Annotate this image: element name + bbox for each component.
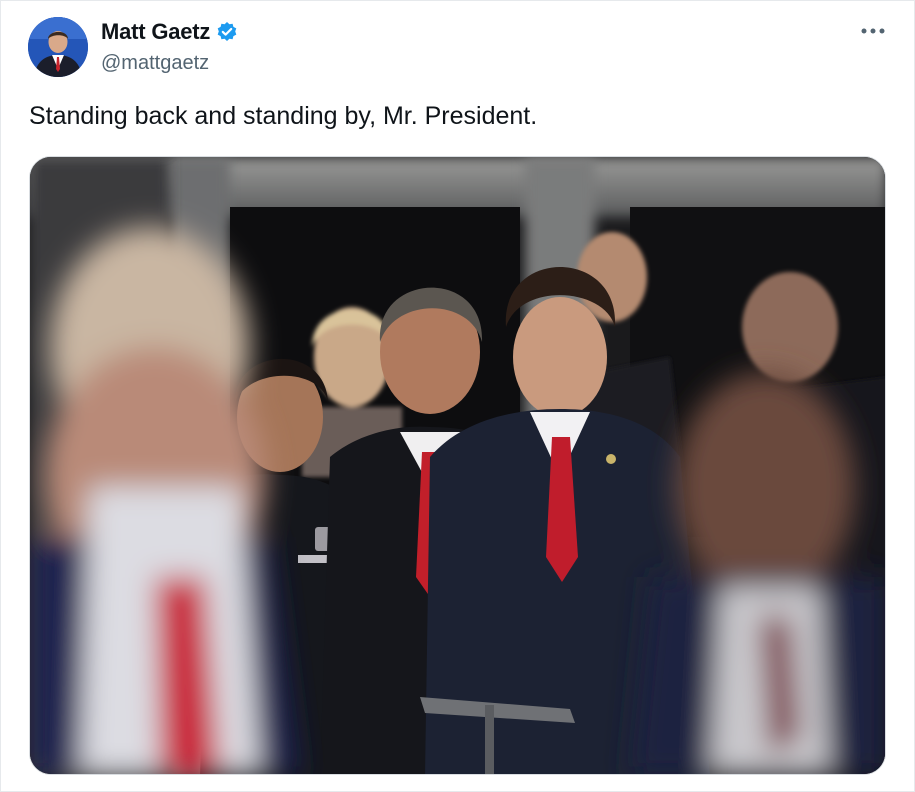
photo-content [30, 157, 885, 774]
more-options-icon[interactable] [858, 19, 888, 43]
avatar[interactable] [28, 17, 88, 77]
tweet-text: Standing back and standing by, Mr. Presi… [29, 102, 538, 130]
author-display-name[interactable]: Matt Gaetz [101, 19, 210, 45]
verified-badge-icon [216, 21, 238, 43]
tweet-card: Matt Gaetz @mattgaetz Standing back and … [0, 0, 915, 792]
author-name-row: Matt Gaetz [101, 17, 238, 47]
avatar-image [28, 17, 88, 77]
tweet-photo[interactable] [29, 156, 886, 775]
author-handle[interactable]: @mattgaetz [101, 52, 209, 75]
